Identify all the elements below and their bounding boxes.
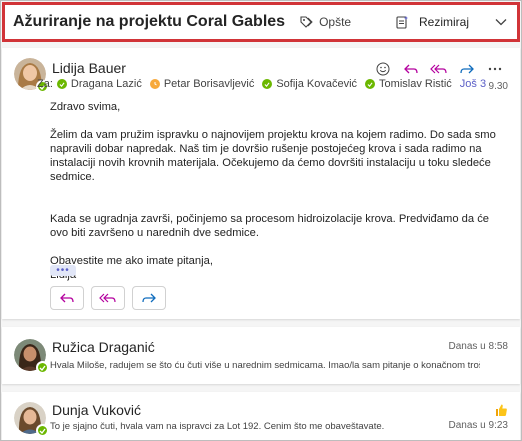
presence-available-icon <box>56 79 67 89</box>
recipient-name: Tomislav Ristić <box>379 78 452 90</box>
more-actions-button[interactable] <box>482 59 508 79</box>
avatar[interactable] <box>14 402 49 437</box>
presence-available-icon <box>36 361 49 374</box>
category-tag-label: Opšte <box>319 15 352 29</box>
presence-away-icon <box>149 79 160 89</box>
smiley-icon <box>376 62 390 76</box>
message-card: Lidija Bauer Za: Dragana Lazić Petar Bor… <box>2 48 520 319</box>
more-horizontal-icon <box>488 67 502 71</box>
summarize-label: Rezimiraj <box>418 15 469 29</box>
category-tag[interactable]: Opšte <box>299 15 351 29</box>
sender-name[interactable]: Lidija Bauer <box>52 60 126 76</box>
thread-message[interactable]: Dunja Vuković Danas u 9:23 To je sjajno … <box>2 392 520 440</box>
forward-icon <box>460 64 474 74</box>
expand-button[interactable] <box>495 5 507 39</box>
conversation-header: Ažuriranje na projektu Coral Gables Opšt… <box>2 2 520 42</box>
conversation-subject: Ažuriranje na projektu Coral Gables <box>13 13 286 30</box>
recipient[interactable]: Tomislav Ristić <box>365 78 452 90</box>
summarize-icon <box>396 16 408 29</box>
tag-icon <box>300 16 313 28</box>
reply-button[interactable] <box>50 286 84 310</box>
reaction-badge[interactable] <box>494 403 508 420</box>
thumbs-up-icon <box>496 404 507 416</box>
message-actions <box>368 59 508 79</box>
avatar[interactable] <box>14 339 49 374</box>
reply-icon <box>404 64 418 74</box>
to-label: Za: <box>37 78 53 90</box>
reply-all-icon <box>99 293 116 303</box>
body-signature: Lidija <box>50 268 506 282</box>
quick-reply-buttons <box>50 286 173 310</box>
message-time: 9.30 <box>488 81 508 92</box>
body-closing: Obavestite me ako imate pitanja, <box>50 255 213 267</box>
show-trimmed-content-button[interactable]: ••• <box>50 265 76 276</box>
reply-all-icon <box>430 64 447 74</box>
recipient-name: Petar Borisavljević <box>163 78 255 90</box>
presence-available-icon <box>365 79 376 89</box>
emoji-reaction-button[interactable] <box>370 59 396 79</box>
sender-name: Ružica Draganić <box>52 339 155 355</box>
body-greeting: Zdravo svima, <box>50 101 121 113</box>
reply-button[interactable] <box>398 59 424 79</box>
body-paragraph: Želim da vam pružim ispravku o najnovije… <box>50 129 496 183</box>
forward-button[interactable] <box>454 59 480 79</box>
more-recipients-link[interactable]: Još 3 <box>460 78 486 90</box>
reply-icon <box>60 293 74 303</box>
message-time: Danas u 8:58 <box>448 341 509 352</box>
recipient[interactable]: Dragana Lazić <box>56 78 142 90</box>
message-body: Zdravo svima, Želim da vam pružim isprav… <box>50 100 506 282</box>
presence-available-icon <box>262 79 273 89</box>
recipient-name: Dragana Lazić <box>70 78 142 90</box>
reply-all-button[interactable] <box>426 59 452 79</box>
message-preview: To je sjajno čuti, hvala vam na ispravci… <box>50 421 385 432</box>
forward-button[interactable] <box>132 286 166 310</box>
forward-icon <box>142 293 156 303</box>
recipients-line: Za: Dragana Lazić Petar Borisavljević So… <box>37 78 486 90</box>
reply-all-button[interactable] <box>91 286 125 310</box>
message-preview: Hvala Miloše, radujem se što ću čuti viš… <box>50 360 480 371</box>
presence-available-icon <box>36 424 49 437</box>
chevron-down-icon <box>495 19 507 26</box>
thread-message[interactable]: Ružica Draganić Danas u 8:58 Hvala Miloš… <box>2 327 520 384</box>
conversation-pane: Ažuriranje na projektu Coral Gables Opšt… <box>0 0 522 441</box>
recipient[interactable]: Petar Borisavljević <box>149 78 255 90</box>
sender-name: Dunja Vuković <box>52 402 141 418</box>
recipient[interactable]: Sofija Kovačević <box>262 78 357 90</box>
body-paragraph: Kada se ugradnja završi, počinjemo sa pr… <box>50 213 490 239</box>
summarize-button[interactable]: Rezimiraj <box>395 5 469 39</box>
recipient-name: Sofija Kovačević <box>276 78 358 90</box>
